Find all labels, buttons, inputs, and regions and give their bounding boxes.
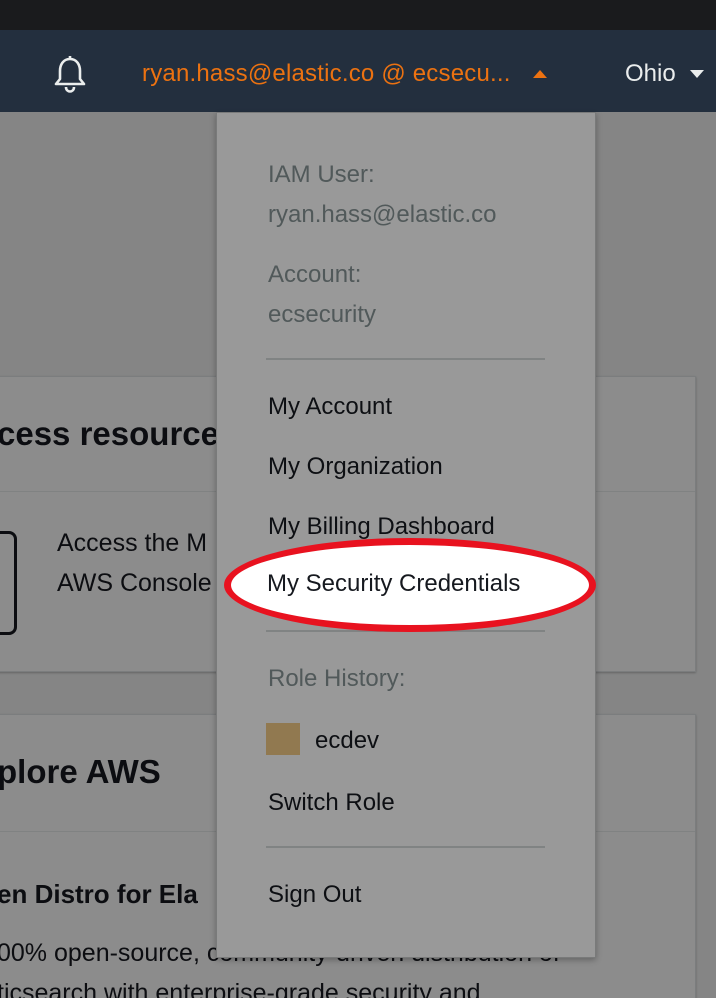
account-value: ecsecurity <box>268 301 377 328</box>
menu-divider <box>266 358 545 360</box>
caret-down-icon <box>689 70 704 78</box>
role-history-label: Role History: <box>268 665 406 692</box>
account-menu-label: ryan.hass@elastic.co @ ecsecu... <box>142 60 511 87</box>
region-selector[interactable]: Ohio <box>625 58 704 90</box>
account-label: Account: <box>268 261 362 288</box>
role-color-swatch <box>266 723 300 755</box>
my-security-credentials-link[interactable]: My Security Credentials <box>267 570 520 598</box>
my-organization-link[interactable]: My Organization <box>268 453 443 481</box>
iam-user-value: ryan.hass@elastic.co <box>268 201 497 228</box>
browser-top-strip <box>0 0 716 30</box>
my-billing-dashboard-link[interactable]: My Billing Dashboard <box>268 513 495 541</box>
switch-role-link[interactable]: Switch Role <box>268 789 395 817</box>
account-menu-trigger[interactable]: ryan.hass@elastic.co @ ecsecu... <box>142 58 547 90</box>
iam-user-label: IAM User: <box>268 161 375 188</box>
role-history-item-ecdev[interactable]: ecdev <box>315 727 379 755</box>
account-dropdown-menu: IAM User: ryan.hass@elastic.co Account: … <box>216 112 596 958</box>
menu-divider <box>266 846 545 848</box>
bell-icon[interactable] <box>52 55 88 93</box>
sign-out-link[interactable]: Sign Out <box>268 881 361 909</box>
my-account-link[interactable]: My Account <box>268 393 392 421</box>
caret-up-icon <box>532 70 547 78</box>
region-label: Ohio <box>625 60 676 87</box>
